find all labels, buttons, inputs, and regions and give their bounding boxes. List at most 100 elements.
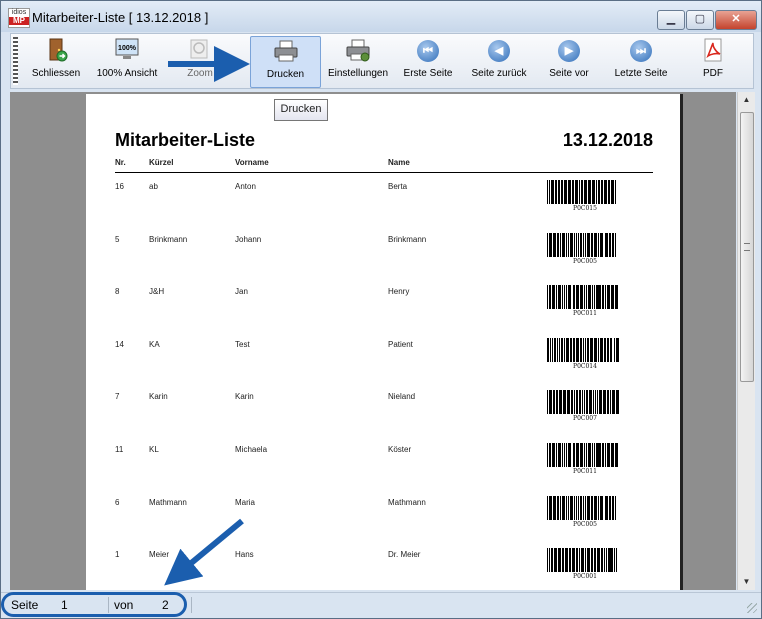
row-vorname: Michaela	[235, 445, 268, 454]
barcode	[547, 548, 623, 572]
schliessen-button[interactable]: Schliessen	[25, 36, 87, 86]
seite-vor-button[interactable]: ▶ Seite vor	[541, 36, 597, 86]
barcode-gap	[617, 548, 618, 572]
row-nr: 7	[115, 392, 120, 401]
header-divider	[115, 172, 653, 173]
app-icon[interactable]: idios MP	[8, 8, 30, 28]
report-viewport[interactable]: Mitarbeiter-Liste 13.12.2018 Nr. Kürzel …	[10, 92, 736, 590]
barcode-text: P0C005	[573, 258, 597, 265]
close-button[interactable]: ✕	[715, 10, 757, 30]
column-header-nr: Nr.	[115, 158, 126, 167]
row-nr: 8	[115, 287, 120, 296]
row-kuerzel: Mathmann	[149, 498, 187, 507]
maximize-button[interactable]: ▢	[686, 10, 714, 30]
row-vorname: Test	[235, 340, 250, 349]
ansicht-100-button[interactable]: 100% 100% Ansicht	[95, 36, 159, 86]
monitor-badge-text: 100%	[118, 45, 137, 52]
row-name: Patient	[388, 340, 413, 349]
next-page-icon: ▶	[558, 40, 580, 62]
row-kuerzel: KA	[149, 340, 160, 349]
barcode-gap	[618, 285, 619, 309]
scroll-up-arrow[interactable]: ▲	[738, 92, 755, 108]
scroll-thumb[interactable]	[740, 112, 754, 382]
row-name: Henry	[388, 287, 410, 296]
resize-grip[interactable]	[747, 603, 757, 613]
row-nr: 1	[115, 550, 120, 559]
toolbar: Schliessen 100% 100% Ansicht Zoom Drucke…	[10, 33, 754, 89]
row-nr: 14	[115, 340, 124, 349]
report-date: 13.12.2018	[562, 130, 653, 150]
zoom-button[interactable]: Zoom	[171, 36, 229, 86]
row-name: Brinkmann	[388, 235, 427, 244]
barcode-text: P0C011	[573, 468, 597, 475]
letzte-seite-button[interactable]: ⏭ Letzte Seite	[607, 36, 675, 86]
barcode	[547, 443, 623, 467]
row-vorname: Karin	[235, 392, 254, 401]
row-nr: 5	[115, 235, 120, 244]
drucken-tooltip: Drucken	[274, 99, 328, 121]
seite-vor-label: Seite vor	[549, 68, 589, 79]
barcode-text: P0C005	[573, 521, 597, 528]
erste-seite-button[interactable]: ⏮ Erste Seite	[397, 36, 459, 86]
pdf-button[interactable]: PDF	[689, 36, 737, 86]
barcode-text: P0C015	[573, 205, 597, 212]
row-name: Köster	[388, 445, 412, 454]
barcode	[547, 285, 623, 309]
einstellungen-button[interactable]: Einstellungen	[325, 36, 391, 86]
report-title: Mitarbeiter-Liste	[115, 130, 256, 150]
row-name: Berta	[388, 182, 408, 191]
row-kuerzel: Brinkmann	[149, 235, 188, 244]
report-page: Mitarbeiter-Liste 13.12.2018 Nr. Kürzel …	[86, 94, 683, 590]
seite-zurueck-button[interactable]: ◀ Seite zurück	[467, 36, 531, 86]
app-icon-bottom-text: MP	[9, 17, 29, 25]
row-vorname: Anton	[235, 182, 256, 191]
row-kuerzel: Meier	[149, 550, 170, 559]
einstellungen-label: Einstellungen	[327, 68, 389, 79]
scroll-down-arrow[interactable]: ▼	[738, 574, 755, 590]
barcode-text: P0C001	[573, 573, 597, 580]
title-bar: idios MP Mitarbeiter-Liste [ 13.12.2018 …	[1, 1, 761, 32]
row-kuerzel: J&H	[149, 287, 165, 296]
row-name: Dr. Meier	[388, 550, 421, 559]
drucken-label: Drucken	[266, 69, 305, 80]
seite-zurueck-label: Seite zurück	[471, 68, 527, 79]
row-vorname: Jan	[235, 287, 248, 296]
column-header-vorname: Vorname	[235, 158, 269, 167]
pdf-label: PDF	[703, 68, 723, 79]
row-vorname: Hans	[235, 550, 254, 559]
letzte-seite-label: Letzte Seite	[614, 68, 668, 79]
printer-settings-icon	[346, 39, 370, 62]
first-page-icon: ⏮	[417, 40, 439, 62]
row-name: Nieland	[388, 392, 416, 401]
status-divider	[191, 597, 192, 613]
monitor-100-icon: 100%	[115, 38, 139, 59]
zoom-icon	[190, 39, 208, 59]
row-vorname: Maria	[235, 498, 256, 507]
barcode-gap	[619, 390, 620, 414]
minimize-button[interactable]: ▁	[657, 10, 685, 30]
row-nr: 16	[115, 182, 124, 191]
drucken-button[interactable]: Drucken	[250, 36, 321, 88]
column-header-name: Name	[388, 158, 410, 167]
report-preview-window: idios MP Mitarbeiter-Liste [ 13.12.2018 …	[0, 0, 762, 619]
barcode	[547, 496, 623, 520]
row-kuerzel: KL	[149, 445, 159, 454]
barcode	[547, 338, 623, 362]
barcode-gap	[616, 180, 617, 204]
row-kuerzel: Karin	[149, 392, 168, 401]
ansicht-100-label: 100% Ansicht	[96, 68, 158, 79]
row-nr: 6	[115, 498, 120, 507]
barcode	[547, 233, 623, 257]
barcode-gap	[618, 443, 619, 467]
page-indicator-highlight	[1, 592, 187, 617]
barcode-gap	[619, 338, 620, 362]
column-header-kuerzel: Kürzel	[149, 158, 174, 167]
barcode	[547, 390, 623, 414]
door-exit-icon	[49, 38, 68, 62]
toolbar-grip[interactable]	[13, 37, 18, 85]
vertical-scrollbar[interactable]: ▲ ▼	[737, 92, 755, 590]
printer-icon	[274, 40, 297, 62]
barcode-text: P0C014	[573, 363, 597, 370]
barcode	[547, 180, 623, 204]
row-nr: 11	[115, 445, 124, 454]
